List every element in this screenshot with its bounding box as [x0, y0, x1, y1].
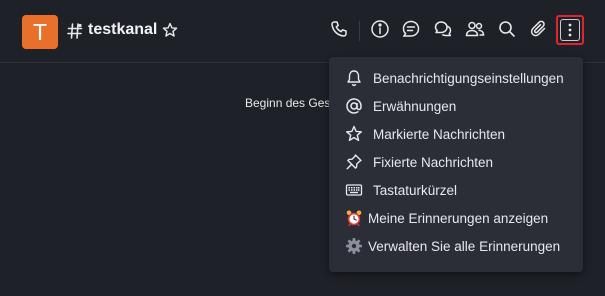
- channel-name: testkanal: [88, 21, 158, 38]
- menu-item-label: Tastaturkürzel: [373, 182, 458, 198]
- info-icon: [370, 19, 390, 44]
- kebab-icon: [560, 19, 580, 41]
- call-button[interactable]: [326, 18, 352, 44]
- members-icon: [465, 19, 485, 44]
- menu-item-keyboard-shortcuts[interactable]: Tastaturkürzel: [329, 176, 583, 204]
- search-icon: [497, 19, 517, 44]
- phone-icon: [329, 19, 349, 44]
- kebab-menu-button[interactable]: [556, 15, 584, 45]
- menu-item-label: Verwalten Sie alle Erinnerungen: [368, 238, 561, 254]
- threads-button[interactable]: [398, 18, 424, 44]
- room-info-button[interactable]: [367, 18, 393, 44]
- pin-icon: [345, 153, 363, 171]
- channel-hash-icon: [67, 22, 83, 40]
- kebab-dropdown-menu: Benachrichtigungseinstellungen Erwähnung…: [329, 57, 583, 272]
- bell-icon: [345, 69, 363, 87]
- attachment-icon: [529, 19, 549, 44]
- files-button[interactable]: [526, 18, 552, 44]
- menu-item-mentions[interactable]: Erwähnungen: [329, 92, 583, 120]
- menu-item-label: Markierte Nachrichten: [373, 126, 506, 142]
- star-icon: [345, 125, 363, 143]
- menu-item-manage-reminders[interactable]: Verwalten Sie alle Erinnerungen: [329, 232, 583, 260]
- keyboard-icon: [345, 181, 363, 199]
- favorite-star-icon[interactable]: [162, 22, 178, 38]
- search-button[interactable]: [494, 18, 520, 44]
- members-button[interactable]: [462, 18, 488, 44]
- menu-item-label: Fixierte Nachrichten: [373, 154, 494, 170]
- discussion-icon: [433, 19, 453, 44]
- menu-item-label: Erwähnungen: [373, 98, 457, 114]
- avatar[interactable]: T: [22, 15, 58, 49]
- alarm-clock-icon: [345, 209, 363, 227]
- menu-item-pinned-messages[interactable]: Fixierte Nachrichten: [329, 148, 583, 176]
- threads-icon: [401, 19, 421, 44]
- menu-item-label: Benachrichtigungseinstellungen: [373, 70, 564, 86]
- conversation-start-text: Beginn des Gesp: [245, 96, 338, 110]
- room-header: T testkanal: [0, 0, 605, 63]
- menu-item-starred-messages[interactable]: Markierte Nachrichten: [329, 120, 583, 148]
- menu-item-show-reminders[interactable]: Meine Erinnerungen anzeigen: [329, 204, 583, 232]
- menu-item-notification-settings[interactable]: Benachrichtigungseinstellungen: [329, 64, 583, 92]
- discussions-button[interactable]: [430, 18, 456, 44]
- gear-icon: [345, 237, 363, 255]
- menu-item-label: Meine Erinnerungen anzeigen: [368, 210, 549, 226]
- at-icon: [345, 97, 363, 115]
- toolbar-divider: [359, 21, 360, 41]
